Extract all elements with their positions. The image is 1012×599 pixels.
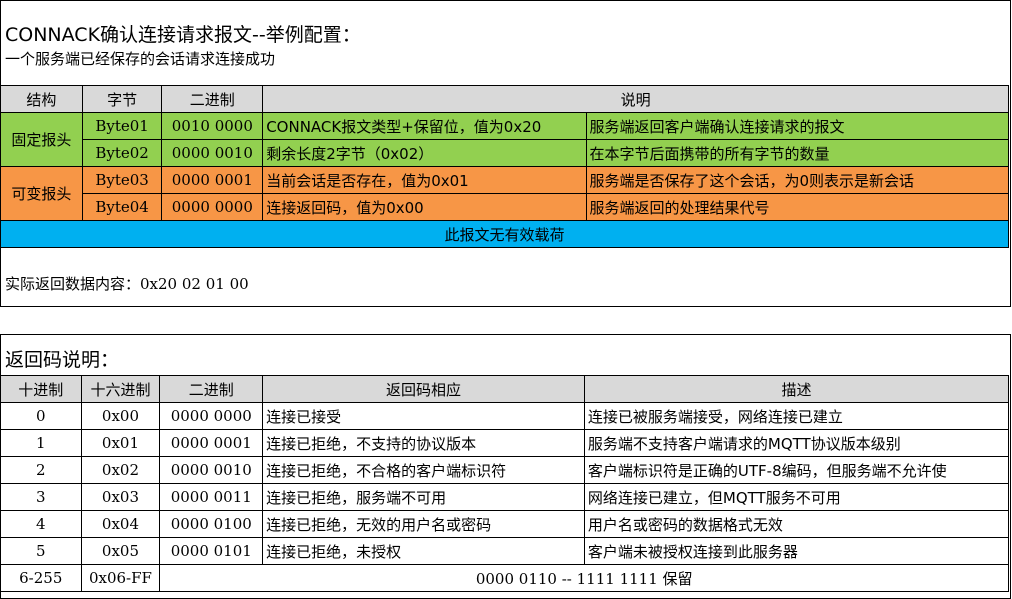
desc-cell: 服务端不支持客户端请求的MQTT协议版本级别 xyxy=(583,429,1010,457)
dec-cell: 3 xyxy=(0,483,82,511)
desc-cell: 服务端是否保存了这个会话，为0则表示是新会话 xyxy=(585,166,1009,194)
table-header-row: 结构 字节 二进制 说明 xyxy=(0,85,1009,113)
binary-cell: 0000 0100 xyxy=(159,510,264,538)
hex-cell: 0x04 xyxy=(80,510,161,538)
table-row: Byte04 0000 0000 连接返回码，值为0x00 服务端返回的处理结果… xyxy=(1,193,1009,221)
binary-cell: 0000 0010 xyxy=(159,456,264,484)
actual-data-label: 实际返回数据内容： xyxy=(5,275,141,293)
binary-cell: 0000 0001 xyxy=(161,166,264,194)
connack-subtitle: 一个服务端已经保存的会话请求连接成功 xyxy=(5,50,276,68)
desc-cell: 用户名或密码的数据格式无效 xyxy=(583,510,1010,538)
table-header-row: 十进制 十六进制 二进制 返回码相应 描述 xyxy=(0,375,1010,403)
binary-cell: 0000 0001 xyxy=(159,429,264,457)
hex-cell: 0x05 xyxy=(80,537,161,565)
payload-note: 此报文无有效载荷 xyxy=(0,220,1009,248)
reserved-cell: 0000 0110 -- 1111 1111 保留 xyxy=(159,564,1009,592)
dec-cell: 5 xyxy=(0,537,82,565)
table-row: 1 0x01 0000 0001 连接已拒绝，不支持的协议版本 服务端不支持客户… xyxy=(0,429,1010,457)
return-codes-title: 返回码说明： xyxy=(5,349,120,371)
header-desc: 描述 xyxy=(583,375,1010,403)
dec-cell: 4 xyxy=(0,510,82,538)
dec-cell: 6-255 xyxy=(0,564,82,592)
header-struct: 结构 xyxy=(0,85,83,113)
header-binary: 二进制 xyxy=(161,85,264,113)
byte-cell: Byte02 xyxy=(81,139,163,167)
field-cell: 连接返回码，值为0x00 xyxy=(262,193,587,221)
payload-row: 此报文无有效载荷 xyxy=(0,220,1009,248)
field-cell: CONNACK报文类型+保留位，值为0x20 xyxy=(262,112,587,140)
field-cell: 剩余长度2字节（0x02） xyxy=(262,139,587,167)
hex-cell: 0x06-FF xyxy=(80,564,161,592)
meaning-cell: 连接已拒绝，无效的用户名或密码 xyxy=(262,510,585,538)
hex-cell: 0x02 xyxy=(80,456,161,484)
table-row: 可变报头 Byte03 0000 0001 当前会话是否存在，值为0x01 服务… xyxy=(0,166,1009,221)
desc-cell: 客户端未被授权连接到此服务器 xyxy=(583,537,1010,565)
meaning-cell: 连接已拒绝，未授权 xyxy=(262,537,585,565)
table-row: Byte02 0000 0010 剩余长度2字节（0x02） 在本字节后面携带的… xyxy=(1,139,1009,167)
table-row: 3 0x03 0000 0011 连接已拒绝，服务端不可用 网络连接已建立，但M… xyxy=(0,483,1010,511)
meaning-cell: 连接已拒绝，服务端不可用 xyxy=(262,483,585,511)
field-cell: 当前会话是否存在，值为0x01 xyxy=(262,166,587,194)
hex-cell: 0x00 xyxy=(80,402,161,430)
byte-cell: Byte01 xyxy=(81,112,163,140)
fixed-header-label: 固定报头 xyxy=(0,112,83,167)
header-desc: 说明 xyxy=(262,85,1009,113)
desc-cell: 客户端标识符是正确的UTF-8编码，但服务端不允许使 xyxy=(583,456,1010,484)
connack-title: CONNACK确认连接请求报文--举例配置： xyxy=(5,24,361,46)
binary-cell: 0000 0010 xyxy=(161,139,264,167)
actual-data-line: 实际返回数据内容：0x20 02 01 00 xyxy=(5,273,249,294)
binary-cell: 0000 0000 xyxy=(161,193,264,221)
table-row: 固定报头 Byte01 0010 0000 CONNACK报文类型+保留位，值为… xyxy=(0,112,1009,167)
connack-section: CONNACK确认连接请求报文--举例配置： 一个服务端已经保存的会话请求连接成… xyxy=(0,0,1011,307)
byte-cell: Byte04 xyxy=(81,193,163,221)
desc-cell: 连接已被服务端接受，网络连接已建立 xyxy=(583,402,1010,430)
table-row: 2 0x02 0000 0010 连接已拒绝，不合格的客户端标识符 客户端标识符… xyxy=(0,456,1010,484)
table-row: 5 0x05 0000 0101 连接已拒绝，未授权 客户端未被授权连接到此服务… xyxy=(0,537,1010,565)
desc-cell: 服务端返回客户端确认连接请求的报文 xyxy=(585,112,1009,140)
table-row: 4 0x04 0000 0100 连接已拒绝，无效的用户名或密码 用户名或密码的… xyxy=(0,510,1010,538)
hex-cell: 0x03 xyxy=(80,483,161,511)
variable-header-label: 可变报头 xyxy=(0,166,83,221)
return-codes-table: 十进制 十六进制 二进制 返回码相应 描述 0 0x00 0000 0000 连… xyxy=(0,375,1010,592)
table-row: 0 0x00 0000 0000 连接已接受 连接已被服务端接受，网络连接已建立 xyxy=(0,402,1010,430)
binary-cell: 0000 0000 xyxy=(159,402,264,430)
dec-cell: 2 xyxy=(0,456,82,484)
header-byte: 字节 xyxy=(81,85,163,113)
header-hex: 十六进制 xyxy=(80,375,161,403)
dec-cell: 1 xyxy=(0,429,82,457)
header-meaning: 返回码相应 xyxy=(262,375,585,403)
binary-cell: 0000 0011 xyxy=(159,483,264,511)
hex-cell: 0x01 xyxy=(80,429,161,457)
meaning-cell: 连接已接受 xyxy=(262,402,585,430)
binary-cell: 0000 0101 xyxy=(159,537,264,565)
return-codes-section: 返回码说明： 十进制 十六进制 二进制 返回码相应 描述 0 0x00 0000… xyxy=(0,334,1011,599)
desc-cell: 网络连接已建立，但MQTT服务不可用 xyxy=(583,483,1010,511)
connack-table: 结构 字节 二进制 说明 固定报头 Byte01 0010 0000 CONNA… xyxy=(0,85,1009,248)
header-binary: 二进制 xyxy=(159,375,264,403)
header-dec: 十进制 xyxy=(0,375,82,403)
meaning-cell: 连接已拒绝，不合格的客户端标识符 xyxy=(262,456,585,484)
byte-cell: Byte03 xyxy=(81,166,163,194)
meaning-cell: 连接已拒绝，不支持的协议版本 xyxy=(262,429,585,457)
table-row-reserved: 6-255 0x06-FF 0000 0110 -- 1111 1111 保留 xyxy=(0,564,1009,592)
dec-cell: 0 xyxy=(0,402,82,430)
desc-cell: 服务端返回的处理结果代号 xyxy=(585,193,1009,221)
desc-cell: 在本字节后面携带的所有字节的数量 xyxy=(585,139,1009,167)
binary-cell: 0010 0000 xyxy=(161,112,264,140)
actual-data-value: 0x20 02 01 00 xyxy=(140,275,249,293)
